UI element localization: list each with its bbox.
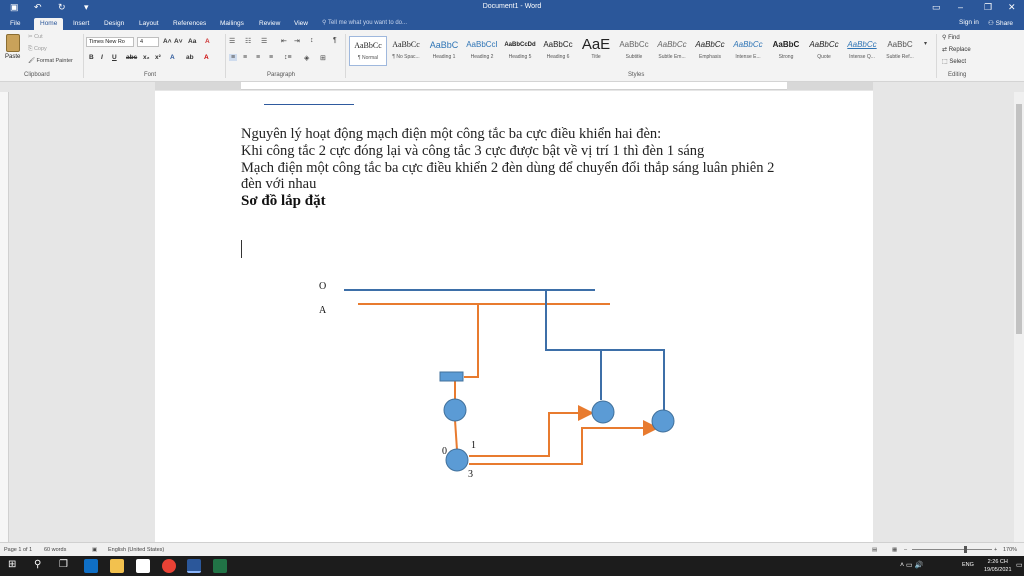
position-3-wire <box>469 420 659 465</box>
task-view-icon[interactable]: ❐ <box>59 559 68 570</box>
focus-mode-icon[interactable]: ▤ <box>872 547 877 553</box>
status-bar: Page 1 of 1 60 words ▣ English (United S… <box>0 542 1024 556</box>
phase-to-fuse-wire <box>464 304 479 378</box>
search-icon[interactable]: ⚲ <box>34 559 41 570</box>
lamp-1 <box>591 400 615 424</box>
vertical-scrollbar[interactable] <box>1014 92 1024 542</box>
word-count[interactable]: 60 words <box>44 547 66 553</box>
taskbar: ⊞ ⚲ ❐ ˄ ▭ 🔊 ENG 2:26 CH 19/05/2021 ▭ <box>0 556 1024 576</box>
edge-icon[interactable] <box>84 559 98 573</box>
clock-date: 19/05/2021 <box>984 567 1012 573</box>
position-1-wire <box>469 405 594 457</box>
switch-position-0-label: 0 <box>442 446 447 457</box>
switch-position-3-label: 3 <box>468 469 473 480</box>
neutral-label: O <box>319 281 326 292</box>
chrome-icon[interactable] <box>162 559 176 573</box>
zoom-slider-thumb[interactable] <box>964 546 967 553</box>
phase-label: A <box>319 305 327 316</box>
wiring-diagram: O A 0 1 3 <box>319 281 675 480</box>
input-language[interactable]: ENG <box>962 562 974 568</box>
file-explorer-icon[interactable] <box>110 559 124 573</box>
switch-position-1-label: 1 <box>471 440 476 451</box>
clock[interactable]: 2:26 CH 19/05/2021 <box>984 558 1012 574</box>
two-pole-switch <box>443 398 467 422</box>
word-icon[interactable] <box>187 559 201 573</box>
switch-to-three-way-wire <box>454 419 458 451</box>
excel-icon[interactable] <box>213 559 227 573</box>
start-icon[interactable]: ⊞ <box>8 559 16 570</box>
lamp-2 <box>651 409 675 433</box>
fuse <box>439 371 464 382</box>
scrollbar-thumb[interactable] <box>1016 104 1022 334</box>
three-way-switch <box>445 448 469 472</box>
proofing-icon[interactable]: ▣ <box>92 547 97 553</box>
print-layout-icon[interactable]: ▦ <box>892 547 897 553</box>
store-icon[interactable] <box>136 559 150 573</box>
neutral-branch-lamp-2 <box>545 290 665 410</box>
notifications-icon[interactable]: ▭ <box>1016 561 1023 569</box>
zoom-out-icon[interactable]: – <box>904 547 907 553</box>
language-status[interactable]: English (United States) <box>108 547 164 553</box>
clock-time: 2:26 CH <box>987 559 1008 565</box>
zoom-in-icon[interactable]: + <box>994 547 997 553</box>
page-count[interactable]: Page 1 of 1 <box>4 547 32 553</box>
tray-icons[interactable]: ˄ ▭ 🔊 <box>900 561 923 569</box>
zoom-level[interactable]: 170% <box>1003 547 1017 553</box>
zoom-slider[interactable] <box>912 549 992 550</box>
